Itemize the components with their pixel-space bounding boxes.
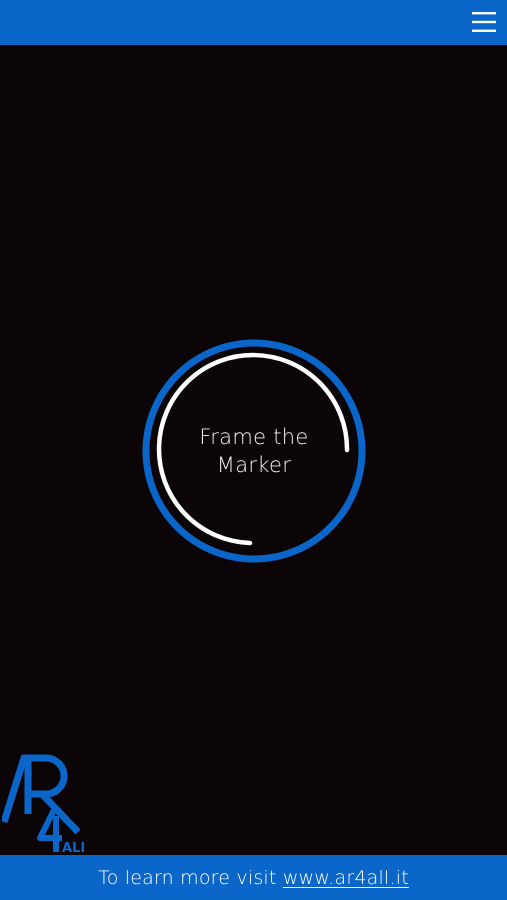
app-screen: Frame the Marker ALL To learn more visit… [0, 0, 507, 900]
learn-more-text: To learn more visit [98, 866, 277, 889]
marker-frame: Frame the Marker [141, 338, 367, 564]
ar4all-logo: ALL [2, 752, 84, 856]
marker-instruction-line1: Frame the [199, 425, 309, 449]
hamburger-menu-icon [472, 12, 496, 32]
top-bar [0, 0, 507, 45]
svg-text:ALL: ALL [62, 841, 84, 856]
menu-button[interactable] [471, 9, 497, 35]
bottom-bar: To learn more visit www.ar4all.it [0, 855, 507, 900]
website-link[interactable]: www.ar4all.it [283, 867, 409, 889]
ar4all-logo-mark: ALL [2, 754, 84, 856]
marker-instruction-line2: Marker [216, 453, 292, 477]
marker-instruction: Frame the Marker [141, 338, 367, 564]
